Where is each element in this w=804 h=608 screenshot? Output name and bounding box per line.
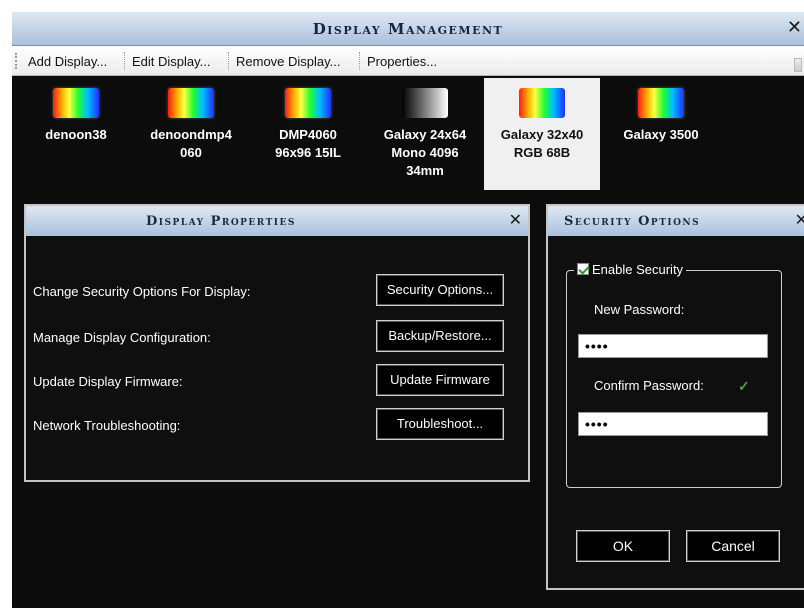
display-name: denoondmp4 060 bbox=[150, 127, 232, 160]
enable-security-checkbox[interactable]: Enable Security bbox=[574, 262, 687, 277]
window-close-icon[interactable]: ✕ bbox=[787, 17, 802, 38]
display-rgb-icon bbox=[285, 88, 331, 118]
edit-display-button[interactable]: Edit Display... bbox=[132, 54, 211, 69]
display-rgb-icon bbox=[638, 88, 684, 118]
troubleshoot-button[interactable]: Troubleshoot... bbox=[376, 408, 504, 440]
toolbar-separator bbox=[359, 52, 360, 70]
new-password-input[interactable]: •••• bbox=[578, 334, 768, 358]
security-options-panel: Security Options ✕ Enable Security New P… bbox=[546, 204, 804, 590]
checkbox-checked-icon[interactable] bbox=[577, 263, 589, 275]
confirm-password-input[interactable]: •••• bbox=[578, 412, 768, 436]
panel-title: Security Options bbox=[564, 214, 701, 229]
password-match-check-icon: ✓ bbox=[738, 378, 750, 394]
update-firmware-button[interactable]: Update Firmware bbox=[376, 364, 504, 396]
display-rgb-icon bbox=[168, 88, 214, 118]
display-tile-dmp4060[interactable]: DMP4060 96x96 15IL bbox=[256, 78, 360, 190]
network-troubleshooting-label: Network Troubleshooting: bbox=[33, 418, 181, 433]
title-bar: Display Management ✕ bbox=[12, 12, 804, 46]
toolbar: Add Display... Edit Display... Remove Di… bbox=[12, 46, 804, 76]
toolbar-grip bbox=[15, 53, 17, 69]
display-management-window: Display Management ✕ Add Display... Edit… bbox=[12, 12, 804, 608]
remove-display-button[interactable]: Remove Display... bbox=[236, 54, 341, 69]
display-tile-denoon38[interactable]: denoon38 bbox=[22, 78, 130, 190]
panel-title: Display Properties bbox=[146, 214, 296, 229]
new-password-label: New Password: bbox=[594, 302, 685, 317]
toolbar-overflow[interactable] bbox=[794, 58, 802, 72]
display-name: Galaxy 32x40 RGB 68B bbox=[500, 127, 584, 160]
manage-config-label: Manage Display Configuration: bbox=[33, 330, 211, 345]
display-name: Galaxy 3500 bbox=[623, 127, 699, 142]
panel-header: Security Options ✕ bbox=[548, 206, 804, 236]
display-mono-icon bbox=[402, 88, 448, 118]
properties-button[interactable]: Properties... bbox=[367, 54, 437, 69]
display-rgb-icon bbox=[519, 88, 565, 118]
toolbar-separator bbox=[228, 52, 229, 70]
panel-close-icon[interactable]: ✕ bbox=[795, 210, 804, 229]
window-title: Display Management bbox=[312, 20, 504, 38]
display-tile-galaxy-24x64[interactable]: Galaxy 24x64 Mono 4096 34mm bbox=[366, 78, 484, 190]
enable-security-label: Enable Security bbox=[592, 262, 684, 277]
display-tile-denoondmp4060[interactable]: denoondmp4 060 bbox=[132, 78, 250, 190]
display-list: denoon38 denoondmp4 060 DMP4060 96x96 15… bbox=[12, 78, 804, 190]
confirm-password-label: Confirm Password: bbox=[594, 378, 704, 393]
backup-restore-button[interactable]: Backup/Restore... bbox=[376, 320, 504, 352]
display-name: denoon38 bbox=[45, 127, 107, 142]
security-options-button[interactable]: Security Options... bbox=[376, 274, 504, 306]
cancel-button[interactable]: Cancel bbox=[686, 530, 780, 562]
panel-close-icon[interactable]: ✕ bbox=[509, 210, 522, 229]
toolbar-separator bbox=[124, 52, 125, 70]
display-tile-galaxy-32x40[interactable]: Galaxy 32x40 RGB 68B bbox=[484, 78, 600, 190]
panel-header: Display Properties ✕ bbox=[26, 206, 528, 236]
display-tile-galaxy-3500[interactable]: Galaxy 3500 bbox=[606, 78, 716, 190]
display-name: DMP4060 96x96 15IL bbox=[275, 127, 341, 160]
add-display-button[interactable]: Add Display... bbox=[28, 54, 107, 69]
security-options-label: Change Security Options For Display: bbox=[33, 284, 251, 299]
update-firmware-label: Update Display Firmware: bbox=[33, 374, 183, 389]
display-properties-panel: Display Properties ✕ Change Security Opt… bbox=[24, 204, 530, 482]
display-rgb-icon bbox=[53, 88, 99, 118]
display-name: Galaxy 24x64 Mono 4096 34mm bbox=[383, 127, 467, 178]
ok-button[interactable]: OK bbox=[576, 530, 670, 562]
